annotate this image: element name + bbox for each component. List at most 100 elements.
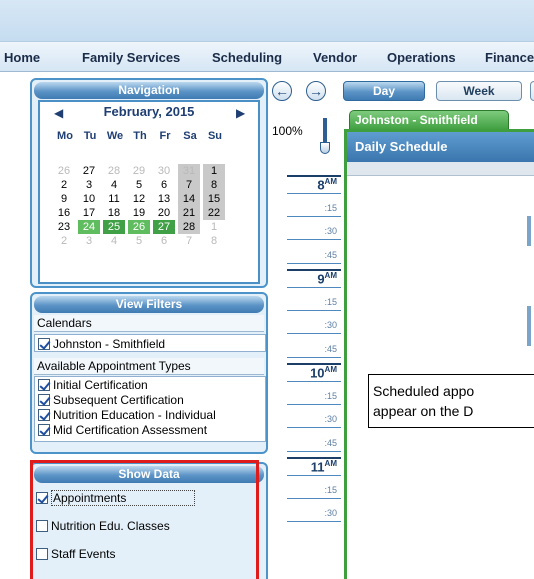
weekday-header: Th — [133, 130, 147, 142]
calendars-label: Calendars — [34, 315, 264, 332]
weekday-header: Sa — [183, 130, 197, 142]
calendar-day[interactable]: 3 — [78, 178, 100, 192]
checkbox-checked-icon[interactable] — [38, 394, 50, 406]
calendar-day[interactable]: 21 — [178, 206, 200, 220]
zoom-slider[interactable] — [320, 118, 330, 158]
calendar-day[interactable]: 2 — [53, 178, 75, 192]
checkbox-checked-icon[interactable] — [38, 338, 50, 350]
calendar-month-title: February, 2015 — [103, 104, 195, 119]
menu-vendor[interactable]: Vendor — [313, 50, 357, 65]
calendar-day[interactable]: 7 — [178, 234, 200, 248]
calendar-day[interactable]: 13 — [153, 192, 175, 206]
calendar-day[interactable]: 26 — [128, 220, 150, 234]
type-label: Mid Certification Assessment — [53, 423, 208, 437]
calendar-day[interactable]: 10 — [78, 192, 100, 206]
type-label: Subsequent Certification — [53, 393, 184, 407]
time-hour-label: 11AM — [287, 457, 341, 476]
calendar-day[interactable]: 3 — [78, 234, 100, 248]
weekday-header: Mo — [57, 130, 73, 142]
type-label: Nutrition Education - Individual — [53, 408, 216, 422]
calendar-day[interactable]: 1 — [203, 220, 225, 234]
calendar-day[interactable]: 18 — [103, 206, 125, 220]
calendar-day[interactable]: 26 — [53, 164, 75, 178]
calendar-day[interactable]: 9 — [53, 192, 75, 206]
menu-finance[interactable]: Finance — [485, 50, 534, 65]
schedule-column-header — [347, 162, 534, 176]
calendar-day[interactable]: 8 — [203, 234, 225, 248]
calendar-day[interactable]: 28 — [178, 220, 200, 234]
calendar-day[interactable]: 31 — [178, 164, 200, 178]
calendar-day[interactable]: 4 — [103, 234, 125, 248]
main-menu-bar: Home Family Services Scheduling Vendor O… — [0, 42, 534, 72]
time-quarter-label: :45 — [287, 340, 341, 358]
weekday-header: Su — [207, 130, 223, 142]
calendar-day[interactable]: 19 — [128, 206, 150, 220]
type-mid-certification-assessment[interactable]: Mid Certification Assessment — [38, 423, 207, 437]
calendar-day[interactable]: 29 — [128, 164, 150, 178]
calendar-day[interactable]: 11 — [103, 192, 125, 206]
daily-schedule-header: Daily Schedule — [347, 132, 534, 162]
calendar-day[interactable]: 15 — [203, 192, 225, 206]
tab-johnston-smithfield[interactable]: Johnston - Smithfield — [349, 110, 509, 130]
calendar-day[interactable]: 27 — [153, 220, 175, 234]
calendar-day[interactable]: 5 — [128, 178, 150, 192]
calendar-day[interactable]: 7 — [178, 178, 200, 192]
calendar-day[interactable]: 25 — [103, 220, 125, 234]
next-day-button[interactable]: → — [306, 81, 326, 101]
week-view-button[interactable]: Week — [436, 81, 522, 101]
calendar-day[interactable]: 30 — [153, 164, 175, 178]
calendar-day[interactable]: 27 — [78, 164, 100, 178]
time-quarter-label: :30 — [287, 316, 341, 334]
type-subsequent-certification[interactable]: Subsequent Certification — [38, 393, 184, 407]
highlight-box — [30, 460, 259, 579]
navigation-header: Navigation — [34, 82, 264, 99]
calendar-day[interactable]: 17 — [78, 206, 100, 220]
type-nutrition-education-individual[interactable]: Nutrition Education - Individual — [38, 408, 216, 422]
appointment-types-label: Available Appointment Types — [34, 358, 264, 375]
time-hour-label: 9AM — [287, 269, 341, 288]
calendar-day[interactable]: 16 — [53, 206, 75, 220]
menu-operations[interactable]: Operations — [387, 50, 456, 65]
calendar-day[interactable]: 1 — [203, 164, 225, 178]
time-quarter-label: :45 — [287, 246, 341, 264]
schedule-area: Daily Schedule — [344, 129, 534, 579]
time-quarter-label: :45 — [287, 434, 341, 452]
calendar-day[interactable]: 22 — [203, 206, 225, 220]
calendar-day[interactable]: 20 — [153, 206, 175, 220]
time-quarter-label: :15 — [287, 199, 341, 217]
next-month-icon[interactable]: ▶ — [236, 106, 245, 120]
calendar-day[interactable]: 28 — [103, 164, 125, 178]
prev-day-button[interactable]: ← — [272, 81, 292, 101]
checkbox-checked-icon[interactable] — [38, 379, 50, 391]
calendar-day[interactable]: 14 — [178, 192, 200, 206]
time-quarter-label: :15 — [287, 481, 341, 499]
calendar-item-johnston-smithfield[interactable]: Johnston - Smithfield — [38, 337, 165, 351]
calendar-day[interactable]: 2 — [53, 234, 75, 248]
time-hour-label: 8AM — [287, 175, 341, 194]
calendar-day[interactable]: 24 — [78, 220, 100, 234]
appointment-types-list: Initial Certification Subsequent Certifi… — [34, 376, 266, 442]
type-label: Initial Certification — [53, 378, 148, 392]
calendar-day[interactable]: 8 — [203, 178, 225, 192]
time-quarter-label: :15 — [287, 293, 341, 311]
menu-family-services[interactable]: Family Services — [82, 50, 180, 65]
menu-scheduling[interactable]: Scheduling — [212, 50, 282, 65]
calendar-day[interactable]: 6 — [153, 178, 175, 192]
calendar-day[interactable]: 12 — [128, 192, 150, 206]
mini-calendar: ◀ February, 2015 ▶ Mo Tu We Th Fr Sa Su 26 27 28 2… — [38, 100, 260, 284]
time-quarter-label: :30 — [287, 222, 341, 240]
menu-home[interactable]: Home — [4, 50, 40, 65]
month-view-button[interactable] — [530, 81, 534, 101]
type-initial-certification[interactable]: Initial Certification — [38, 378, 148, 392]
day-view-button[interactable]: Day — [343, 81, 425, 101]
checkbox-checked-icon[interactable] — [38, 409, 50, 421]
navigation-panel: Navigation ◀ February, 2015 ▶ Mo Tu We Th Fr… — [30, 78, 268, 288]
time-quarter-label: :30 — [287, 410, 341, 428]
calendar-day[interactable]: 6 — [153, 234, 175, 248]
calendar-day[interactable]: 23 — [53, 220, 75, 234]
calendar-day[interactable]: 5 — [128, 234, 150, 248]
calendar-item-label: Johnston - Smithfield — [53, 337, 166, 351]
callout-line-2: appear on the D — [373, 403, 474, 419]
calendar-day[interactable]: 4 — [103, 178, 125, 192]
checkbox-checked-icon[interactable] — [38, 424, 50, 436]
